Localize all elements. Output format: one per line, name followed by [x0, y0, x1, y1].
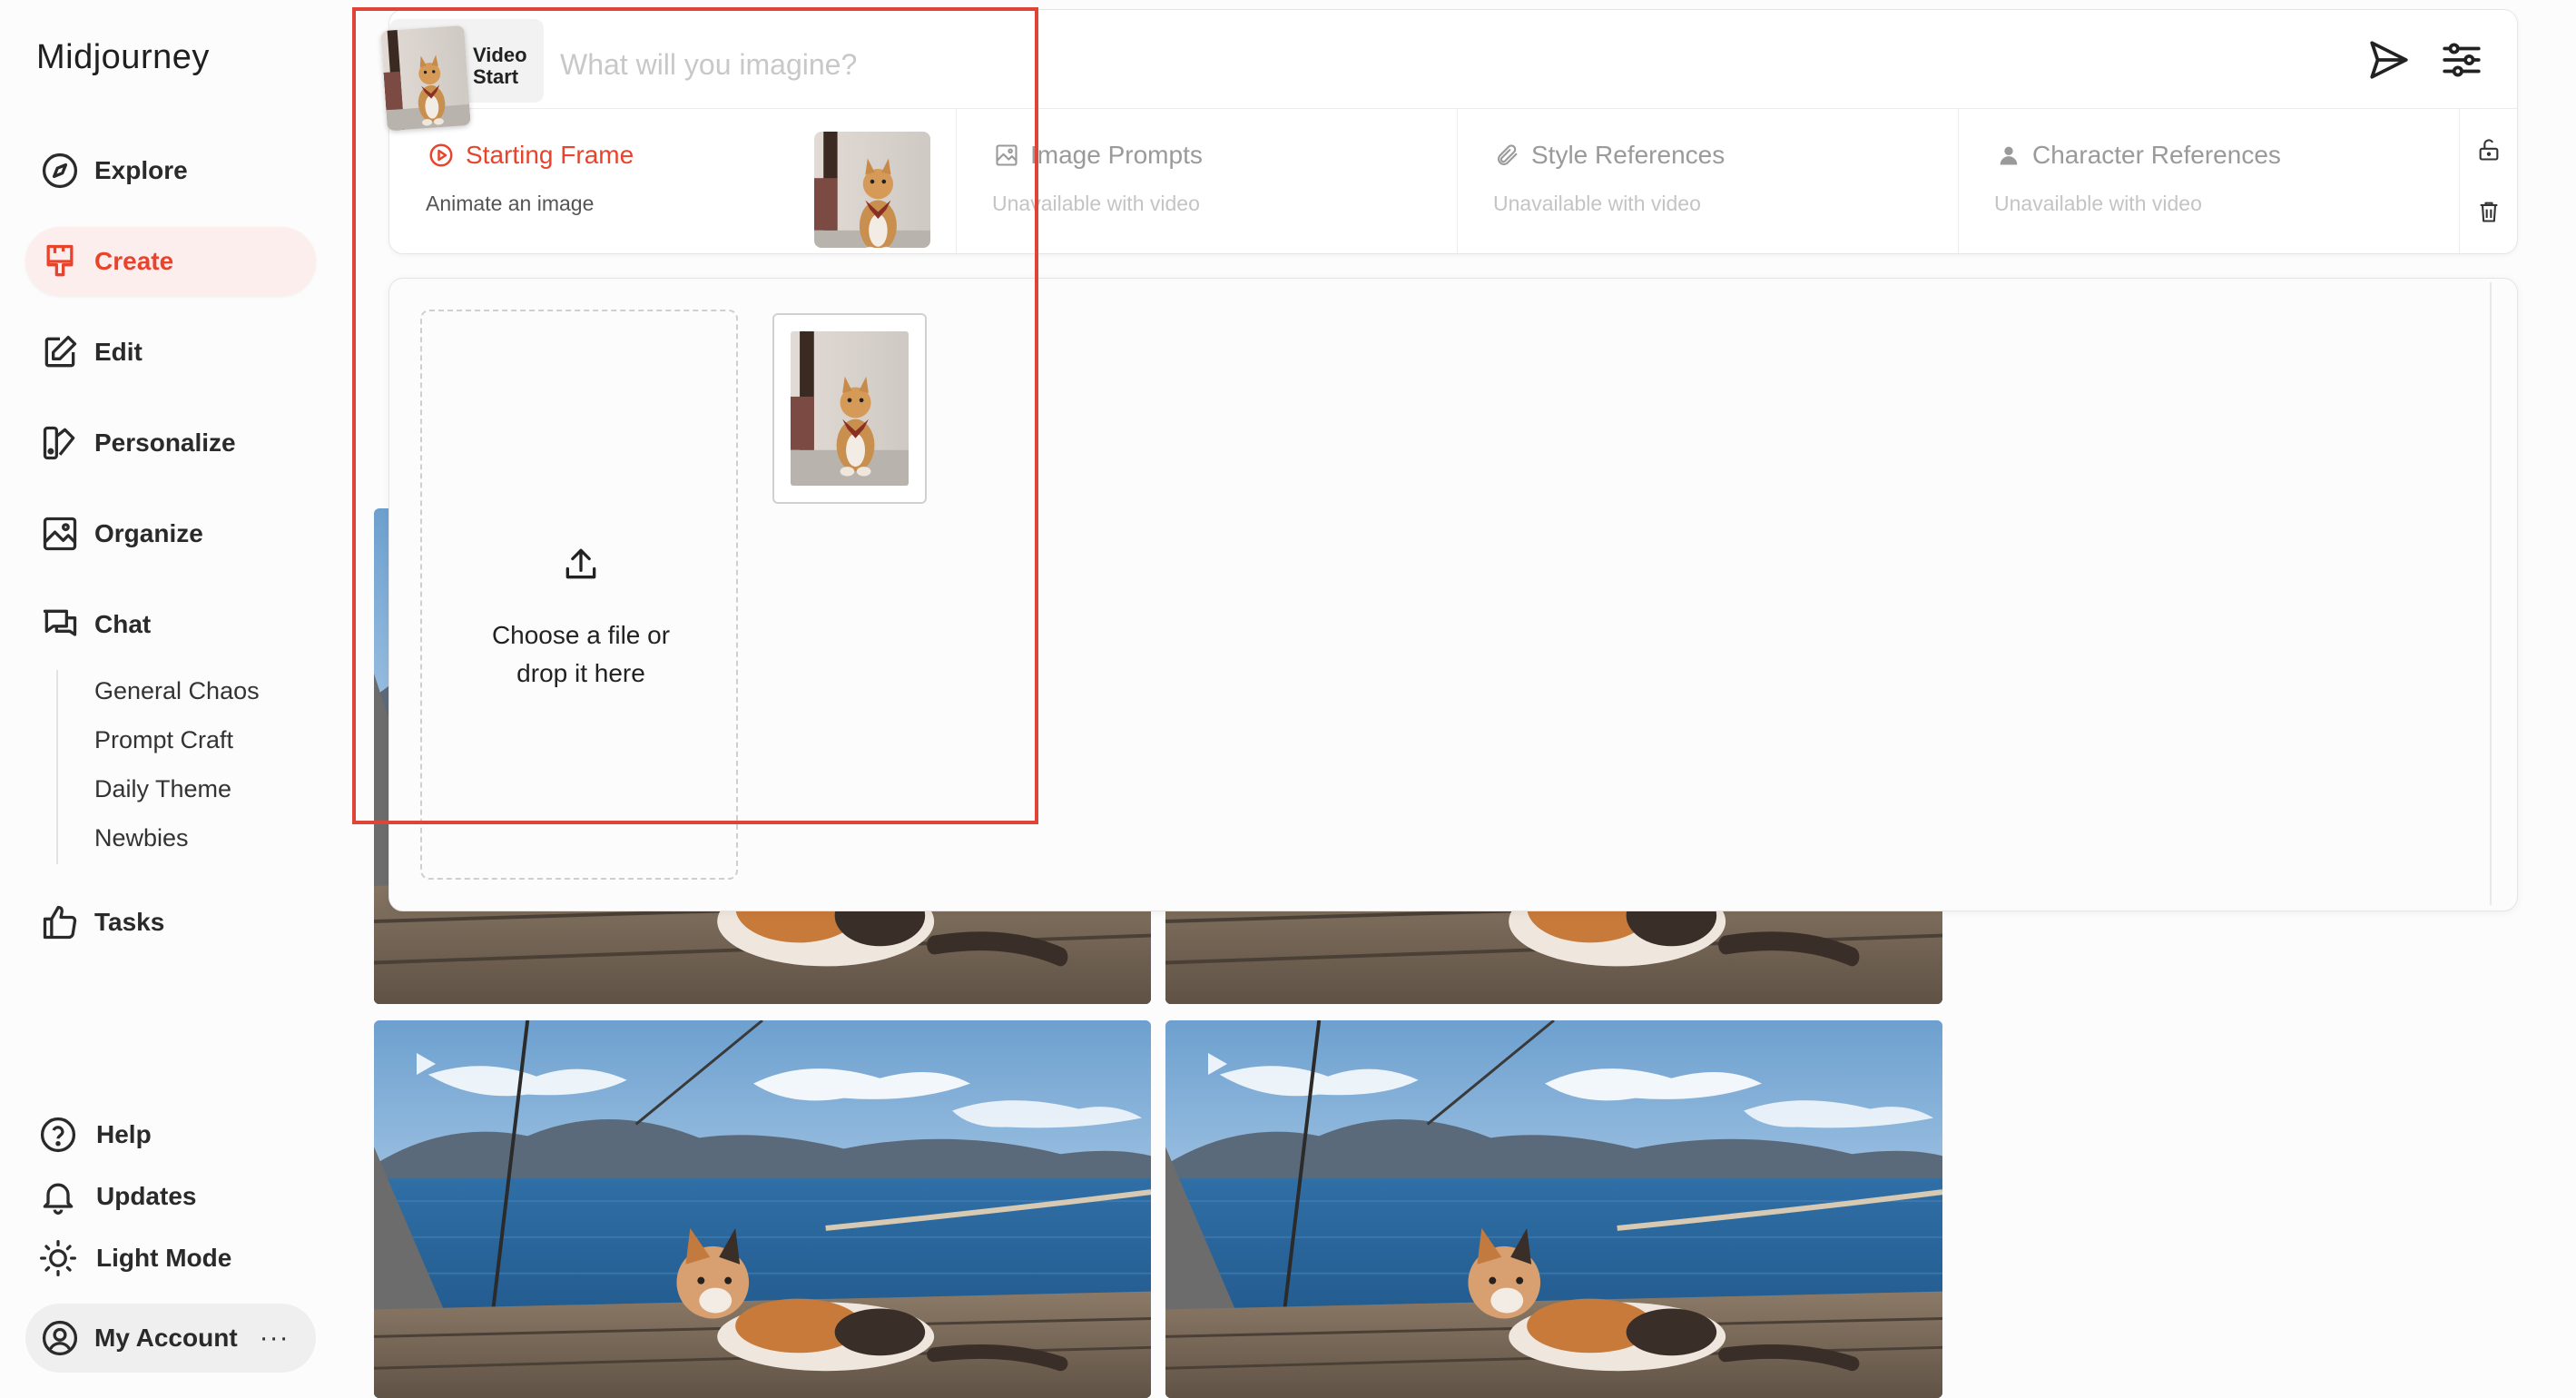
help-circle-icon — [40, 1117, 76, 1153]
compass-icon — [42, 153, 78, 189]
send-icon[interactable] — [2366, 37, 2412, 83]
tab-style-references: Style References Unavailable with video — [1457, 108, 1959, 253]
paperclip-icon — [1498, 144, 1518, 165]
account-label: My Account — [94, 1324, 238, 1352]
play-icon[interactable] — [1200, 1048, 1233, 1080]
palette-icon — [43, 426, 75, 460]
chat-room-prompt-craft[interactable]: Prompt Craft — [94, 726, 233, 754]
light-mode-toggle[interactable]: Light Mode — [38, 1233, 231, 1284]
person-icon — [2000, 146, 2018, 165]
updates-link[interactable]: Updates — [38, 1171, 196, 1222]
sun-icon — [40, 1240, 76, 1276]
tab-style-references-title: Style References — [1531, 141, 1726, 169]
tab-style-references-subtitle: Unavailable with video — [1493, 192, 1701, 215]
help-link[interactable]: Help — [38, 1109, 152, 1160]
nav-organize[interactable]: Organize — [25, 499, 316, 568]
tab-character-references: Character References Unavailable with vi… — [1958, 108, 2459, 253]
edit-icon — [44, 335, 77, 368]
nav-personalize-label: Personalize — [94, 428, 236, 457]
more-options-icon[interactable]: ··· — [260, 1323, 290, 1354]
nav-chat[interactable]: Chat — [25, 590, 316, 659]
tab-character-references-subtitle: Unavailable with video — [1994, 192, 2202, 215]
nav-edit-label: Edit — [94, 338, 143, 366]
feed-video-thumb-3[interactable] — [374, 1020, 1151, 1398]
tab-character-references-title: Character References — [2032, 141, 2281, 169]
nav-edit[interactable]: Edit — [25, 318, 316, 387]
light-mode-label: Light Mode — [96, 1244, 232, 1272]
account-menu[interactable]: My Account ··· — [25, 1304, 316, 1373]
help-label: Help — [96, 1120, 152, 1148]
sidebar: Midjourney Explore Create Edit Personali… — [0, 0, 349, 1398]
paintbrush-icon — [46, 244, 74, 277]
nav-explore[interactable]: Explore — [25, 136, 316, 205]
panel-side-actions — [2459, 108, 2518, 253]
brand-logo[interactable]: Midjourney — [36, 38, 210, 77]
chat-room-daily-theme[interactable]: Daily Theme — [94, 775, 231, 803]
chat-rooms-divider — [56, 670, 58, 864]
nav-explore-label: Explore — [94, 156, 188, 184]
nav-tasks-label: Tasks — [94, 908, 165, 936]
unlock-icon[interactable] — [2476, 137, 2502, 162]
chat-bubbles-icon — [43, 609, 77, 636]
panel-scrollbar[interactable] — [2490, 282, 2492, 905]
chat-room-general-chaos[interactable]: General Chaos — [94, 677, 260, 705]
sliders-icon[interactable] — [2439, 37, 2484, 83]
nav-chat-label: Chat — [94, 610, 152, 638]
nav-personalize[interactable]: Personalize — [25, 409, 316, 477]
chat-room-newbies[interactable]: Newbies — [94, 824, 189, 852]
tab-image-prompts-title: Image Prompts — [1030, 141, 1203, 169]
play-icon[interactable] — [408, 1048, 441, 1080]
trash-icon[interactable] — [2476, 199, 2502, 224]
nav-create[interactable]: Create — [25, 227, 316, 296]
nav-tasks[interactable]: Tasks — [25, 888, 316, 957]
thumbs-up-icon — [43, 905, 77, 940]
highlight-box — [352, 7, 1038, 824]
bell-icon — [43, 1183, 74, 1215]
updates-label: Updates — [96, 1182, 197, 1210]
nav-organize-label: Organize — [94, 519, 203, 547]
user-circle-icon — [42, 1320, 78, 1356]
gallery-icon — [43, 517, 77, 551]
nav-create-label: Create — [94, 247, 174, 275]
feed-video-thumb-4[interactable] — [1165, 1020, 1942, 1398]
